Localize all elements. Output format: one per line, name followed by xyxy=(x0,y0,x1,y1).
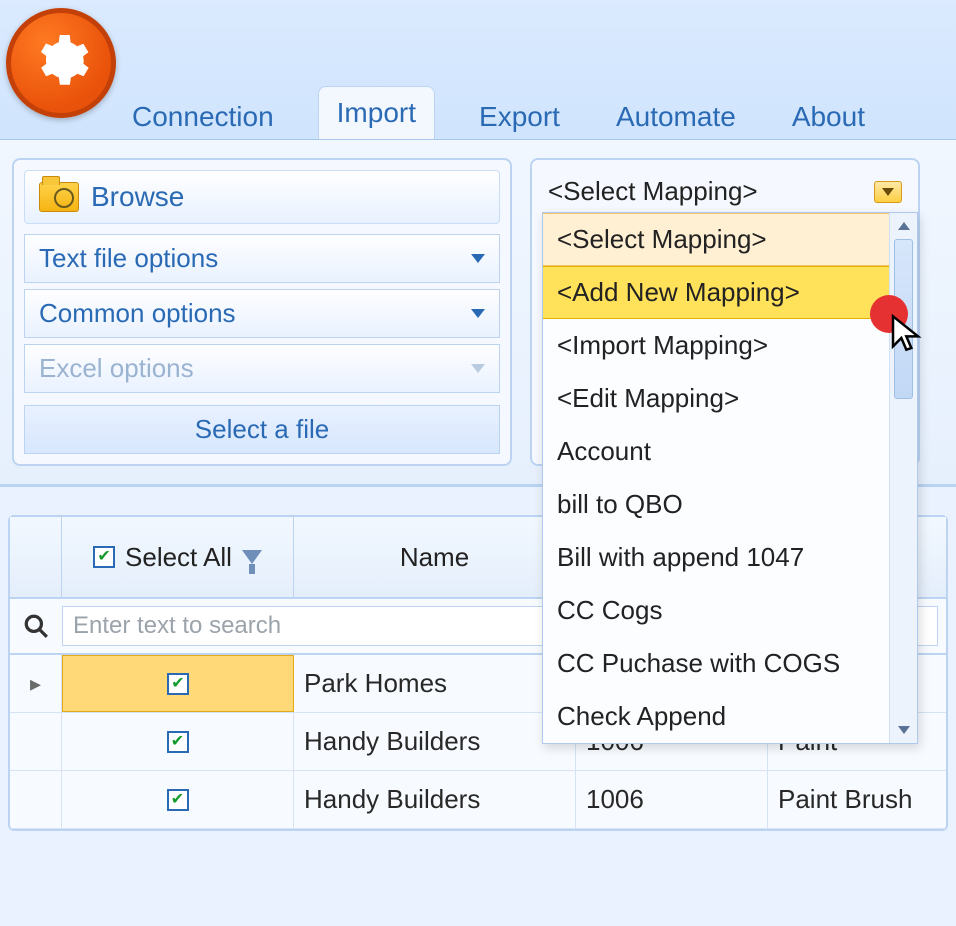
chevron-down-icon xyxy=(471,364,485,373)
dropdown-label: Text file options xyxy=(39,243,218,274)
folder-search-icon xyxy=(39,182,79,212)
mapping-option-bill-append[interactable]: Bill with append 1047 xyxy=(543,531,889,584)
row-checkbox[interactable] xyxy=(167,789,189,811)
row-checkbox-cell[interactable] xyxy=(62,713,294,770)
select-all-label: Select All xyxy=(125,542,232,573)
dropdown-label: Excel options xyxy=(39,353,194,384)
search-icon xyxy=(10,613,62,639)
select-all-header[interactable]: Select All xyxy=(62,517,294,597)
grid-row[interactable]: Handy Builders 1006 Paint Brush xyxy=(10,771,946,829)
cursor-icon xyxy=(888,313,928,353)
app-window: Connection Import Export Automate About … xyxy=(0,0,956,926)
row-indicator xyxy=(10,655,62,712)
dropdown-scrollbar[interactable] xyxy=(889,213,917,743)
cell-name[interactable]: Park Homes xyxy=(294,655,576,712)
cell-name[interactable]: Handy Builders xyxy=(294,713,576,770)
row-indicator xyxy=(10,713,62,770)
cell-code[interactable]: 1006 xyxy=(576,771,768,828)
mapping-option-add-new[interactable]: <Add New Mapping> xyxy=(543,266,889,319)
mapping-option-bill-qbo[interactable]: bill to QBO xyxy=(543,478,889,531)
cell-name[interactable]: Handy Builders xyxy=(294,771,576,828)
chevron-down-icon xyxy=(471,254,485,263)
scroll-up-icon[interactable] xyxy=(890,215,917,237)
ribbon-bar: Connection Import Export Automate About xyxy=(0,0,956,140)
row-checkbox[interactable] xyxy=(167,731,189,753)
mapping-option-import[interactable]: <Import Mapping> xyxy=(543,319,889,372)
row-checkbox-cell[interactable] xyxy=(62,771,294,828)
ribbon-tabs: Connection Import Export Automate About xyxy=(120,79,877,139)
tab-automate[interactable]: Automate xyxy=(604,95,748,139)
column-header-name[interactable]: Name xyxy=(294,517,576,597)
mapping-option-cc-cogs[interactable]: CC Cogs xyxy=(543,584,889,637)
mapping-dropdown-list: <Select Mapping> <Add New Mapping> <Impo… xyxy=(542,212,918,744)
text-file-options-dropdown[interactable]: Text file options xyxy=(24,234,500,283)
cursor-indicator xyxy=(870,295,908,333)
app-menu-button[interactable] xyxy=(6,8,116,118)
tab-export[interactable]: Export xyxy=(467,95,572,139)
mapping-selected-label: <Select Mapping> xyxy=(548,176,758,207)
mapping-panel: <Select Mapping> <Select Mapping> <Add N… xyxy=(530,158,920,466)
filter-icon[interactable] xyxy=(242,550,262,564)
mapping-items: <Select Mapping> <Add New Mapping> <Impo… xyxy=(543,213,889,743)
browse-button[interactable]: Browse xyxy=(24,170,500,224)
chevron-down-icon xyxy=(471,309,485,318)
row-indicator-header xyxy=(10,517,62,597)
tab-import[interactable]: Import xyxy=(318,86,435,139)
mapping-option-select[interactable]: <Select Mapping> xyxy=(543,213,889,266)
row-indicator xyxy=(10,771,62,828)
select-file-button[interactable]: Select a file xyxy=(24,405,500,454)
cell-item[interactable]: Paint Brush xyxy=(768,771,946,828)
scroll-down-icon[interactable] xyxy=(890,719,917,741)
select-all-checkbox[interactable] xyxy=(93,546,115,568)
dropdown-label: Common options xyxy=(39,298,236,329)
mapping-combobox[interactable]: <Select Mapping> xyxy=(532,170,918,217)
gear-icon xyxy=(31,30,91,97)
mapping-option-check-append[interactable]: Check Append xyxy=(543,690,889,743)
chevron-down-icon[interactable] xyxy=(874,181,902,203)
row-checkbox[interactable] xyxy=(167,673,189,695)
tab-connection[interactable]: Connection xyxy=(120,95,286,139)
mapping-option-edit[interactable]: <Edit Mapping> xyxy=(543,372,889,425)
mapping-option-account[interactable]: Account xyxy=(543,425,889,478)
browse-label: Browse xyxy=(91,181,184,213)
row-checkbox-cell[interactable] xyxy=(62,655,294,712)
excel-options-dropdown: Excel options xyxy=(24,344,500,393)
import-workarea: Browse Text file options Common options … xyxy=(0,140,956,487)
file-panel: Browse Text file options Common options … xyxy=(12,158,512,466)
mapping-option-cc-purchase[interactable]: CC Puchase with COGS xyxy=(543,637,889,690)
common-options-dropdown[interactable]: Common options xyxy=(24,289,500,338)
tab-about[interactable]: About xyxy=(780,95,877,139)
